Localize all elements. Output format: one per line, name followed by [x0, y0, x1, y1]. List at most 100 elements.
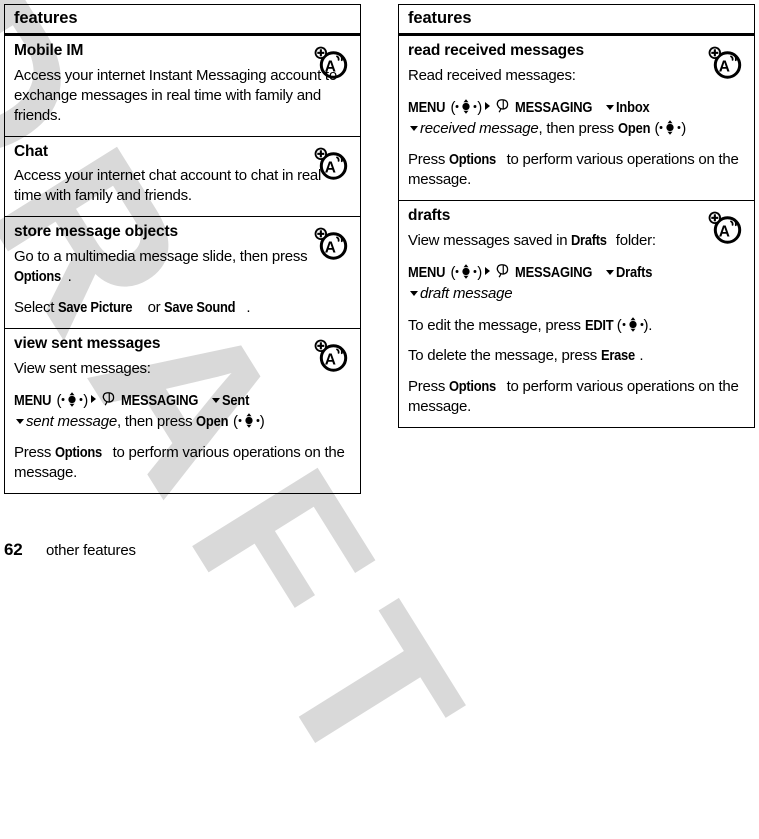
- feature-icon-wrapper: A: [706, 42, 746, 82]
- key-label: MENU: [14, 391, 52, 409]
- manual-page: features A Mobile IM Access your internet …: [0, 0, 759, 563]
- body-text: Press: [14, 444, 56, 462]
- messaging-speech-bubble-icon: [102, 391, 115, 406]
- feature-icon-wrapper: A: [312, 223, 352, 263]
- network-feature-icon: A: [708, 211, 742, 244]
- arrow-right-icon: [484, 102, 490, 111]
- body-text: Go to a multimedia message slide, then p…: [14, 248, 308, 266]
- key-label: Options: [449, 378, 496, 396]
- network-feature-icon: A: [708, 46, 742, 79]
- body-text: ): [477, 263, 482, 281]
- body-text: ): [477, 98, 482, 116]
- chapter-name: other features: [46, 542, 136, 559]
- joystick-center-select-icon: [61, 391, 83, 407]
- joystick-center-select-icon: [455, 98, 477, 114]
- svg-text:A: A: [719, 224, 730, 241]
- key-label: Erase: [600, 347, 635, 365]
- svg-text:A: A: [325, 240, 336, 257]
- table-body-right: Aread received messages Read received mes…: [399, 36, 754, 427]
- body-text: , then press: [116, 412, 197, 430]
- body-text: ).: [643, 316, 653, 334]
- feature-description: To delete the message, press Erase.: [408, 346, 745, 366]
- feature-description: Access your internet chat account to cha…: [14, 167, 322, 205]
- body-text: ): [681, 120, 686, 138]
- key-label: Options: [14, 268, 61, 286]
- table-body-left: A Mobile IM Access your internet Instant M…: [5, 36, 360, 493]
- body-text: folder:: [611, 232, 656, 249]
- arrow-down-icon: [605, 269, 614, 275]
- key-label: MENU: [408, 263, 446, 281]
- body-text: .: [67, 268, 72, 286]
- feature-row: Aview sent messages View sent messages: ME…: [5, 329, 360, 493]
- page-number: 62: [4, 540, 23, 559]
- feature-description: View messages saved in Drafts folder:: [408, 231, 745, 251]
- menu-navigation-path: MENU() MESSAGING Sent sent message, then pr…: [14, 390, 351, 433]
- body-text: .: [246, 298, 251, 316]
- features-table-left: features A Mobile IM Access your internet …: [4, 4, 361, 495]
- network-feature-icon: A: [314, 227, 348, 260]
- key-label: MESSAGING: [120, 391, 199, 409]
- arrow-right-icon: [90, 395, 96, 404]
- key-label: MENU: [408, 98, 446, 116]
- arrow-down-icon: [211, 397, 220, 403]
- body-text: , then press: [538, 120, 618, 138]
- body-text: .: [639, 347, 644, 365]
- key-label: Options: [55, 444, 102, 462]
- menu-navigation-path: MENU() MESSAGING Drafts draft message: [408, 262, 745, 305]
- page-footer: 62 other features: [4, 540, 424, 562]
- feature-row: Astore message objects Go to a multimedia…: [5, 217, 360, 329]
- body-text: ): [83, 391, 88, 409]
- feature-description: To edit the message, press EDIT().: [408, 316, 745, 336]
- features-table-right: features Aread received messages Read rec…: [398, 4, 755, 429]
- table-header-right: features: [399, 5, 754, 36]
- feature-icon-wrapper: A: [312, 335, 352, 375]
- messaging-speech-bubble-icon: [496, 264, 509, 278]
- joystick-center-select-icon: [622, 316, 643, 332]
- key-label: Drafts: [615, 263, 653, 281]
- key-label: Options: [449, 151, 496, 169]
- body-text: Press: [408, 151, 450, 169]
- key-label: MESSAGING: [514, 98, 593, 116]
- feature-icon-wrapper: A: [706, 207, 746, 247]
- joystick-center-select-icon: [659, 120, 681, 135]
- svg-text:A: A: [325, 351, 336, 368]
- arrow-down-icon: [16, 418, 24, 424]
- key-label: Open: [617, 120, 651, 138]
- feature-title: read received messages: [408, 41, 584, 59]
- joystick-center-select-icon: [238, 413, 260, 428]
- feature-description: Read received messages:: [408, 66, 576, 84]
- menu-navigation-path: MENU() MESSAGING Inbox received message, th…: [408, 97, 745, 140]
- body-text: ): [259, 412, 265, 430]
- body-text: Press: [408, 378, 450, 396]
- feature-title: Chat: [14, 142, 48, 160]
- feature-title: drafts: [408, 207, 451, 225]
- feature-description: Press Options to perform various operati…: [408, 150, 745, 190]
- feature-row: A Mobile IM Access your internet Instant M…: [5, 36, 360, 137]
- svg-text:A: A: [325, 58, 336, 75]
- messaging-speech-bubble-icon: [496, 98, 509, 113]
- feature-icon-wrapper: A: [312, 42, 352, 82]
- joystick-center-select-icon: [455, 264, 477, 279]
- arrow-down-icon: [410, 126, 418, 132]
- key-label: Inbox: [615, 98, 650, 116]
- variable-item-label: draft message: [420, 285, 513, 303]
- key-label: Open: [196, 412, 229, 430]
- body-text: Select: [14, 298, 59, 316]
- feature-row: A Chat Access your internet chat account t…: [5, 137, 360, 218]
- feature-description: Press Options to perform various operati…: [14, 443, 351, 483]
- feature-row: Adrafts View messages saved in Drafts fol…: [399, 201, 754, 427]
- key-label: Sent: [221, 391, 250, 409]
- key-label: Save Sound: [164, 298, 236, 316]
- key-label: MESSAGING: [514, 263, 593, 281]
- body-text: View messages saved in: [408, 232, 572, 249]
- body-text: To delete the message, press: [408, 347, 601, 365]
- svg-text:A: A: [325, 159, 336, 176]
- variable-item-label: sent message: [26, 412, 117, 430]
- feature-description: Press Options to perform various operati…: [408, 377, 745, 417]
- network-feature-icon: A: [314, 147, 348, 180]
- feature-description: Access your internet Instant Messaging a…: [14, 66, 337, 124]
- arrow-down-icon: [410, 291, 418, 297]
- network-feature-icon: A: [314, 46, 348, 79]
- feature-description: Select Save Picture or Save Sound.: [14, 298, 351, 318]
- key-label: Drafts: [571, 232, 607, 249]
